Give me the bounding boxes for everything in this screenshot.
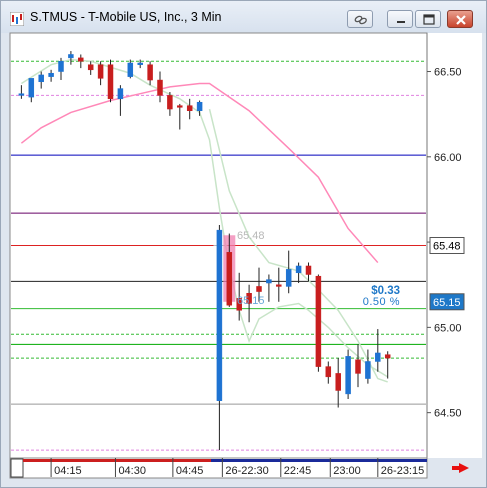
candle-body	[28, 78, 35, 98]
candle-body	[117, 88, 124, 100]
candle-body	[285, 269, 292, 287]
time-tick-label: 04:30	[118, 465, 146, 477]
candle-body	[177, 105, 183, 108]
candle-body	[216, 229, 223, 401]
time-tick-label: 26-23:15	[381, 465, 424, 477]
candle-body	[18, 93, 25, 96]
low-label: 65.15	[237, 295, 265, 307]
candle-body	[375, 352, 381, 362]
candle-body	[127, 62, 134, 77]
price-tick-label: 64.50	[434, 408, 462, 420]
candle-body	[325, 366, 332, 378]
chart-window: S.TMUS - T-Mobile US, Inc., 3 Min 66.50 …	[0, 0, 487, 488]
candle-body	[137, 62, 143, 65]
candle-body	[365, 361, 371, 379]
candle-body	[38, 74, 44, 83]
candle-body	[355, 359, 361, 374]
candle-body	[345, 356, 351, 395]
change-pct-label: 0.50 %	[363, 296, 400, 308]
candle-body	[78, 57, 84, 62]
candle-body	[266, 279, 272, 284]
candle-body	[335, 373, 341, 391]
price-tick-label: 66.00	[434, 152, 462, 164]
candle-body	[384, 354, 391, 359]
price-badge-label: 65.15	[433, 297, 461, 309]
price-tick-label: 66.50	[434, 67, 462, 79]
candle-body	[226, 252, 233, 306]
candle-body	[276, 284, 282, 287]
candle-body	[305, 265, 312, 275]
candle-body	[186, 105, 193, 112]
candle-body	[256, 286, 262, 292]
scroll-right-arrow-icon[interactable]	[452, 463, 469, 473]
time-tick-label: 04:15	[54, 465, 82, 477]
candle-body	[68, 54, 74, 59]
session-bar-current	[211, 459, 427, 462]
time-tick-label: 26-22:30	[225, 465, 268, 477]
price-tick-label: 65.00	[434, 322, 462, 334]
time-axis-scroll-box[interactable]	[10, 458, 24, 478]
candle-body	[196, 101, 203, 112]
candle-body	[157, 79, 163, 96]
level-label: 65.48	[237, 230, 265, 242]
candle-body	[147, 64, 153, 81]
price-badge-label: 65.48	[433, 241, 461, 253]
candle-body	[97, 64, 104, 79]
candle-body	[48, 72, 54, 77]
candle-body	[295, 265, 302, 274]
candle-body	[167, 95, 173, 110]
candle-body	[87, 64, 94, 71]
candle-body	[58, 61, 64, 72]
candle-body	[107, 64, 114, 100]
time-tick-label: 04:45	[176, 465, 204, 477]
time-tick-label: 23:00	[333, 465, 361, 477]
time-tick-label: 22:45	[284, 465, 312, 477]
candle-body	[315, 275, 322, 367]
price-chart[interactable]: 66.5066.0065.5065.0064.50 04:1504:3004:4…	[1, 1, 486, 487]
